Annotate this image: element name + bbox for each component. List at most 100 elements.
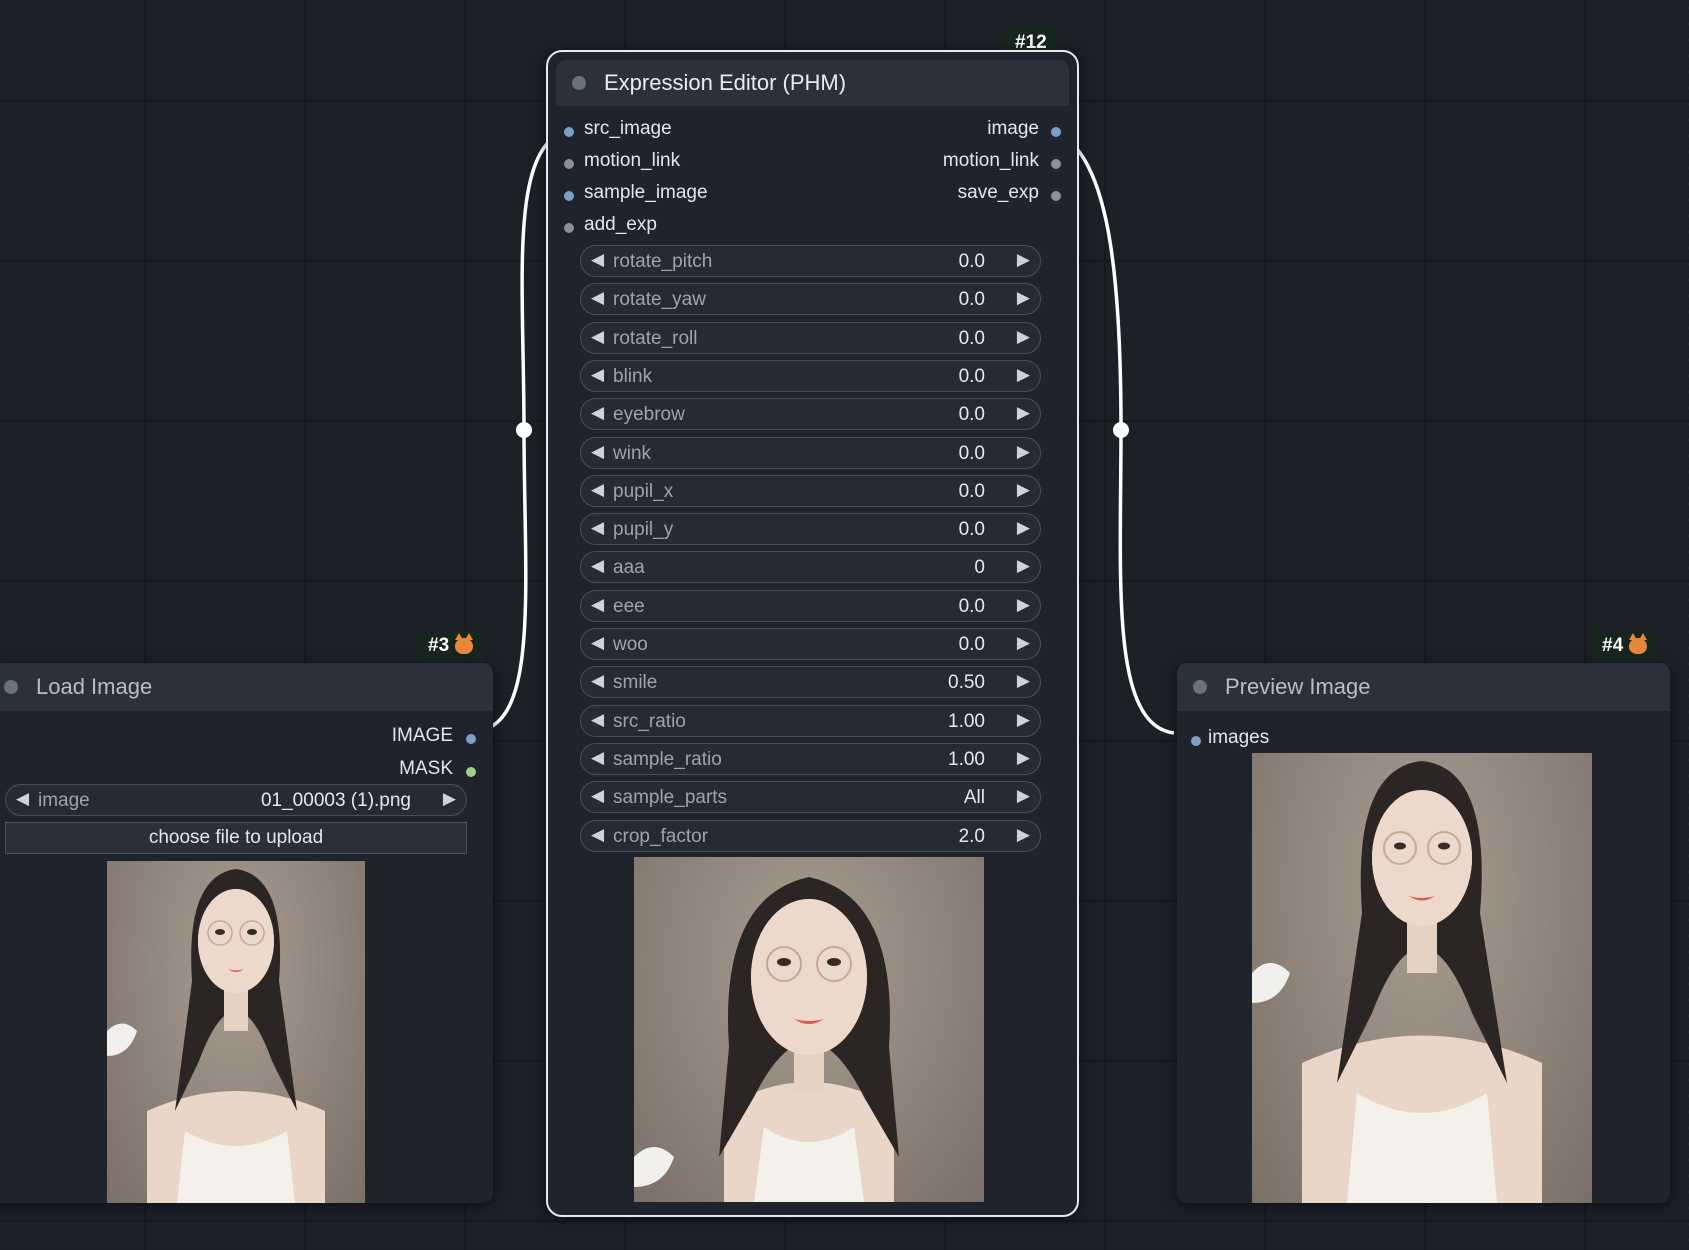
widget-value: 2.0: [958, 825, 985, 847]
node-title: Load Image: [36, 674, 153, 699]
arrow-right-icon[interactable]: ▶: [1017, 748, 1030, 768]
node-header[interactable]: Expression Editor (PHM): [556, 60, 1069, 106]
widget-woo[interactable]: ◀ woo 0.0 ▶: [580, 628, 1041, 660]
arrow-right-icon[interactable]: ▶: [1017, 786, 1030, 806]
widget-name: aaa: [613, 557, 645, 579]
widget-smile[interactable]: ◀ smile 0.50 ▶: [580, 666, 1041, 699]
arrow-left-icon[interactable]: ◀: [591, 327, 604, 347]
arrow-right-icon[interactable]: ▶: [1017, 403, 1030, 423]
link-midpoint-right[interactable]: [1113, 422, 1129, 438]
input-slot-dot[interactable]: [564, 127, 574, 137]
arrow-right-icon[interactable]: ▶: [1017, 595, 1030, 615]
widget-eyebrow[interactable]: ◀ eyebrow 0.0 ▶: [580, 398, 1041, 431]
arrow-left-icon[interactable]: ◀: [591, 403, 604, 423]
arrow-left-icon[interactable]: ◀: [591, 250, 604, 270]
widget-value: 0.0: [958, 595, 985, 617]
widget-value: 1.00: [948, 748, 985, 770]
output-slot-image[interactable]: IMAGE: [392, 725, 453, 747]
arrow-left-icon[interactable]: ◀: [591, 633, 604, 653]
widget-rotate-yaw[interactable]: ◀ rotate_yaw 0.0 ▶: [580, 283, 1041, 316]
widget-blink[interactable]: ◀ blink 0.0 ▶: [580, 359, 1041, 392]
widget-value: 0.0: [958, 442, 985, 464]
output-slot-dot[interactable]: [1051, 159, 1061, 169]
arrow-left-icon[interactable]: ◀: [591, 786, 604, 806]
widget-sample-parts[interactable]: ◀ sample_parts All ▶: [580, 781, 1041, 814]
input-slot-add-exp[interactable]: add_exp: [584, 214, 657, 236]
arrow-right-icon[interactable]: ▶: [1017, 710, 1030, 730]
input-slot-src-image[interactable]: src_image: [584, 118, 672, 140]
arrow-left-icon[interactable]: ◀: [591, 442, 604, 462]
arrow-right-icon[interactable]: ▶: [1017, 633, 1030, 653]
widget-wink[interactable]: ◀ wink 0.0 ▶: [580, 436, 1041, 469]
arrow-right-icon[interactable]: ▶: [1017, 288, 1030, 308]
collapse-dot-icon[interactable]: [4, 680, 18, 694]
widget-name: sample_ratio: [613, 748, 722, 770]
output-slot-dot[interactable]: [466, 734, 476, 744]
input-slot-motion-link[interactable]: motion_link: [584, 150, 680, 172]
widget-aaa[interactable]: ◀ aaa 0 ▶: [580, 551, 1041, 584]
arrow-right-icon[interactable]: ▶: [1017, 480, 1030, 500]
node-header[interactable]: Load Image: [0, 663, 493, 711]
arrow-left-icon[interactable]: ◀: [591, 671, 604, 691]
output-slot-dot[interactable]: [1051, 127, 1061, 137]
node-header[interactable]: Preview Image: [1177, 663, 1670, 711]
arrow-right-icon[interactable]: ▶: [1017, 365, 1030, 385]
input-slot-images[interactable]: images: [1208, 727, 1269, 749]
arrow-left-icon[interactable]: ◀: [16, 789, 29, 809]
arrow-right-icon[interactable]: ▶: [1017, 556, 1030, 576]
image-select-combo[interactable]: ◀ image 01_00003 (1).png ▶: [5, 784, 467, 816]
widget-src-ratio[interactable]: ◀ src_ratio 1.00 ▶: [580, 704, 1041, 737]
arrow-left-icon[interactable]: ◀: [591, 518, 604, 538]
widget-sample-ratio[interactable]: ◀ sample_ratio 1.00 ▶: [580, 742, 1041, 775]
output-slot-image[interactable]: image: [987, 118, 1039, 140]
node-id-badge: #4: [1592, 631, 1658, 661]
widget-value: 0.0: [958, 480, 985, 502]
widget-name: eyebrow: [613, 404, 685, 426]
widget-rotate-pitch[interactable]: ◀ rotate_pitch 0.0 ▶: [580, 245, 1041, 277]
widget-pupil-y[interactable]: ◀ pupil_y 0.0 ▶: [580, 513, 1041, 546]
output-slot-dot[interactable]: [466, 767, 476, 777]
arrow-right-icon[interactable]: ▶: [1017, 518, 1030, 538]
arrow-left-icon[interactable]: ◀: [591, 480, 604, 500]
input-slot-dot[interactable]: [564, 191, 574, 201]
input-slot-dot[interactable]: [564, 159, 574, 169]
node-title: Expression Editor (PHM): [604, 70, 847, 95]
arrow-left-icon[interactable]: ◀: [591, 288, 604, 308]
arrow-left-icon[interactable]: ◀: [591, 825, 604, 845]
widget-value: 0.0: [958, 365, 985, 387]
arrow-left-icon[interactable]: ◀: [591, 556, 604, 576]
widget-value: All: [963, 787, 985, 809]
arrow-left-icon[interactable]: ◀: [591, 710, 604, 730]
output-preview-image: [634, 857, 984, 1202]
arrow-left-icon[interactable]: ◀: [591, 365, 604, 385]
load-image-node[interactable]: Load Image IMAGE MASK ◀ image 01_00003 (1…: [0, 663, 493, 1203]
output-slot-dot[interactable]: [1051, 191, 1061, 201]
collapse-dot-icon[interactable]: [1193, 680, 1207, 694]
collapse-dot-icon[interactable]: [572, 76, 586, 90]
arrow-right-icon[interactable]: ▶: [1017, 327, 1030, 347]
output-slot-mask[interactable]: MASK: [399, 758, 453, 780]
widget-eee[interactable]: ◀ eee 0.0 ▶: [580, 589, 1041, 622]
output-slot-motion-link[interactable]: motion_link: [943, 150, 1039, 172]
widget-name: eee: [613, 595, 645, 617]
widget-pupil-x[interactable]: ◀ pupil_x 0.0 ▶: [580, 474, 1041, 507]
output-slot-save-exp[interactable]: save_exp: [958, 182, 1039, 204]
arrow-right-icon[interactable]: ▶: [1017, 442, 1030, 462]
arrow-left-icon[interactable]: ◀: [591, 748, 604, 768]
expression-editor-node[interactable]: Expression Editor (PHM) src_image motion_…: [546, 50, 1079, 1217]
input-slot-dot[interactable]: [1191, 736, 1201, 746]
preview-image-node[interactable]: Preview Image images: [1177, 663, 1670, 1203]
widget-crop-factor[interactable]: ◀ crop_factor 2.0 ▶: [580, 819, 1041, 852]
arrow-right-icon[interactable]: ▶: [1017, 671, 1030, 691]
arrow-right-icon[interactable]: ▶: [1017, 825, 1030, 845]
input-slot-sample-image[interactable]: sample_image: [584, 182, 708, 204]
arrow-right-icon[interactable]: ▶: [1017, 250, 1030, 270]
link-midpoint-left[interactable]: [516, 422, 532, 438]
widget-rotate-roll[interactable]: ◀ rotate_roll 0.0 ▶: [580, 321, 1041, 354]
input-slot-dot[interactable]: [564, 223, 574, 233]
arrow-left-icon[interactable]: ◀: [591, 595, 604, 615]
node-title: Preview Image: [1225, 674, 1371, 699]
arrow-right-icon[interactable]: ▶: [443, 789, 456, 809]
upload-file-button[interactable]: choose file to upload: [5, 822, 467, 854]
widget-value: 0.0: [958, 404, 985, 426]
